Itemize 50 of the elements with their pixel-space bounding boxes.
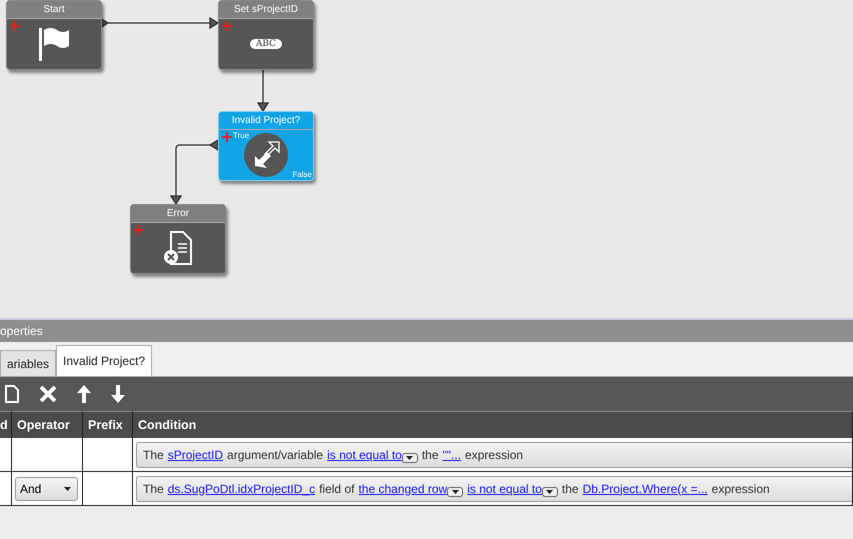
condition-link[interactable]: is not equal to <box>467 482 542 496</box>
node-title: Set sProjectID <box>219 1 313 19</box>
condition-text: argument/variable <box>227 448 324 462</box>
workflow-node[interactable]: Set sProjectID ABC <box>218 0 314 70</box>
column-header: d <box>0 411 12 438</box>
dropdown-button[interactable] <box>447 486 464 496</box>
node-title: Error <box>131 205 225 223</box>
text-badge: ABC <box>250 39 282 49</box>
down-arrow-icon[interactable] <box>111 385 125 403</box>
condition-link[interactable]: Db.Project.Where(x =... <box>582 482 708 496</box>
workflow-node[interactable]: Error <box>130 204 226 274</box>
condition-link[interactable]: is not equal to <box>327 448 402 462</box>
up-arrow-icon[interactable] <box>77 385 91 403</box>
node-title: Invalid Project? <box>219 112 313 130</box>
condition-link[interactable]: the changed row <box>358 482 448 496</box>
condition-text: expression <box>712 482 770 496</box>
true-label: True <box>233 131 250 140</box>
condition-text: field of <box>319 482 354 496</box>
tab[interactable]: Invalid Project? <box>56 345 152 376</box>
new-document-icon[interactable] <box>5 385 19 403</box>
false-label: False <box>292 170 312 179</box>
condition-link[interactable]: sProjectID <box>168 448 224 462</box>
panel-title: operties <box>0 320 853 342</box>
column-header: Prefix <box>83 411 133 438</box>
caret-icon <box>546 490 554 494</box>
condition-text: The <box>143 482 164 496</box>
flag-icon <box>37 26 71 62</box>
column-header: Condition <box>133 411 853 438</box>
dropdown-button[interactable] <box>402 452 418 462</box>
caret-icon <box>452 490 459 494</box>
node-title: Start <box>7 1 101 19</box>
operator-dropdown[interactable]: And <box>15 476 78 500</box>
workflow-node[interactable]: Start <box>6 0 102 70</box>
condition-link[interactable]: ""... <box>442 448 462 462</box>
document-error-icon <box>161 230 195 266</box>
condition-bar[interactable]: The sProjectID argument/variable is not equal to the ""... expression <box>136 442 852 468</box>
condition-text: The <box>143 448 164 462</box>
condition-text: expression <box>465 448 524 462</box>
tab[interactable]: ariables <box>0 350 56 376</box>
table-cell <box>0 438 12 472</box>
condition-text: the <box>422 448 439 462</box>
dropdown-button[interactable] <box>542 486 558 496</box>
condition-link[interactable]: ds.SugPoDtl.idxProjectID_c <box>168 482 316 496</box>
close-icon[interactable] <box>39 385 57 403</box>
column-header: Operator <box>12 411 83 438</box>
connector-arrow <box>170 138 219 206</box>
condition-text: the <box>562 482 579 496</box>
condition-bar[interactable]: The ds.SugPoDtl.idxProjectID_c field of the changed row is not equal to the Db.Project.Where(x =... expression <box>136 476 852 502</box>
caret-icon <box>64 486 71 490</box>
caret-icon <box>406 456 414 460</box>
